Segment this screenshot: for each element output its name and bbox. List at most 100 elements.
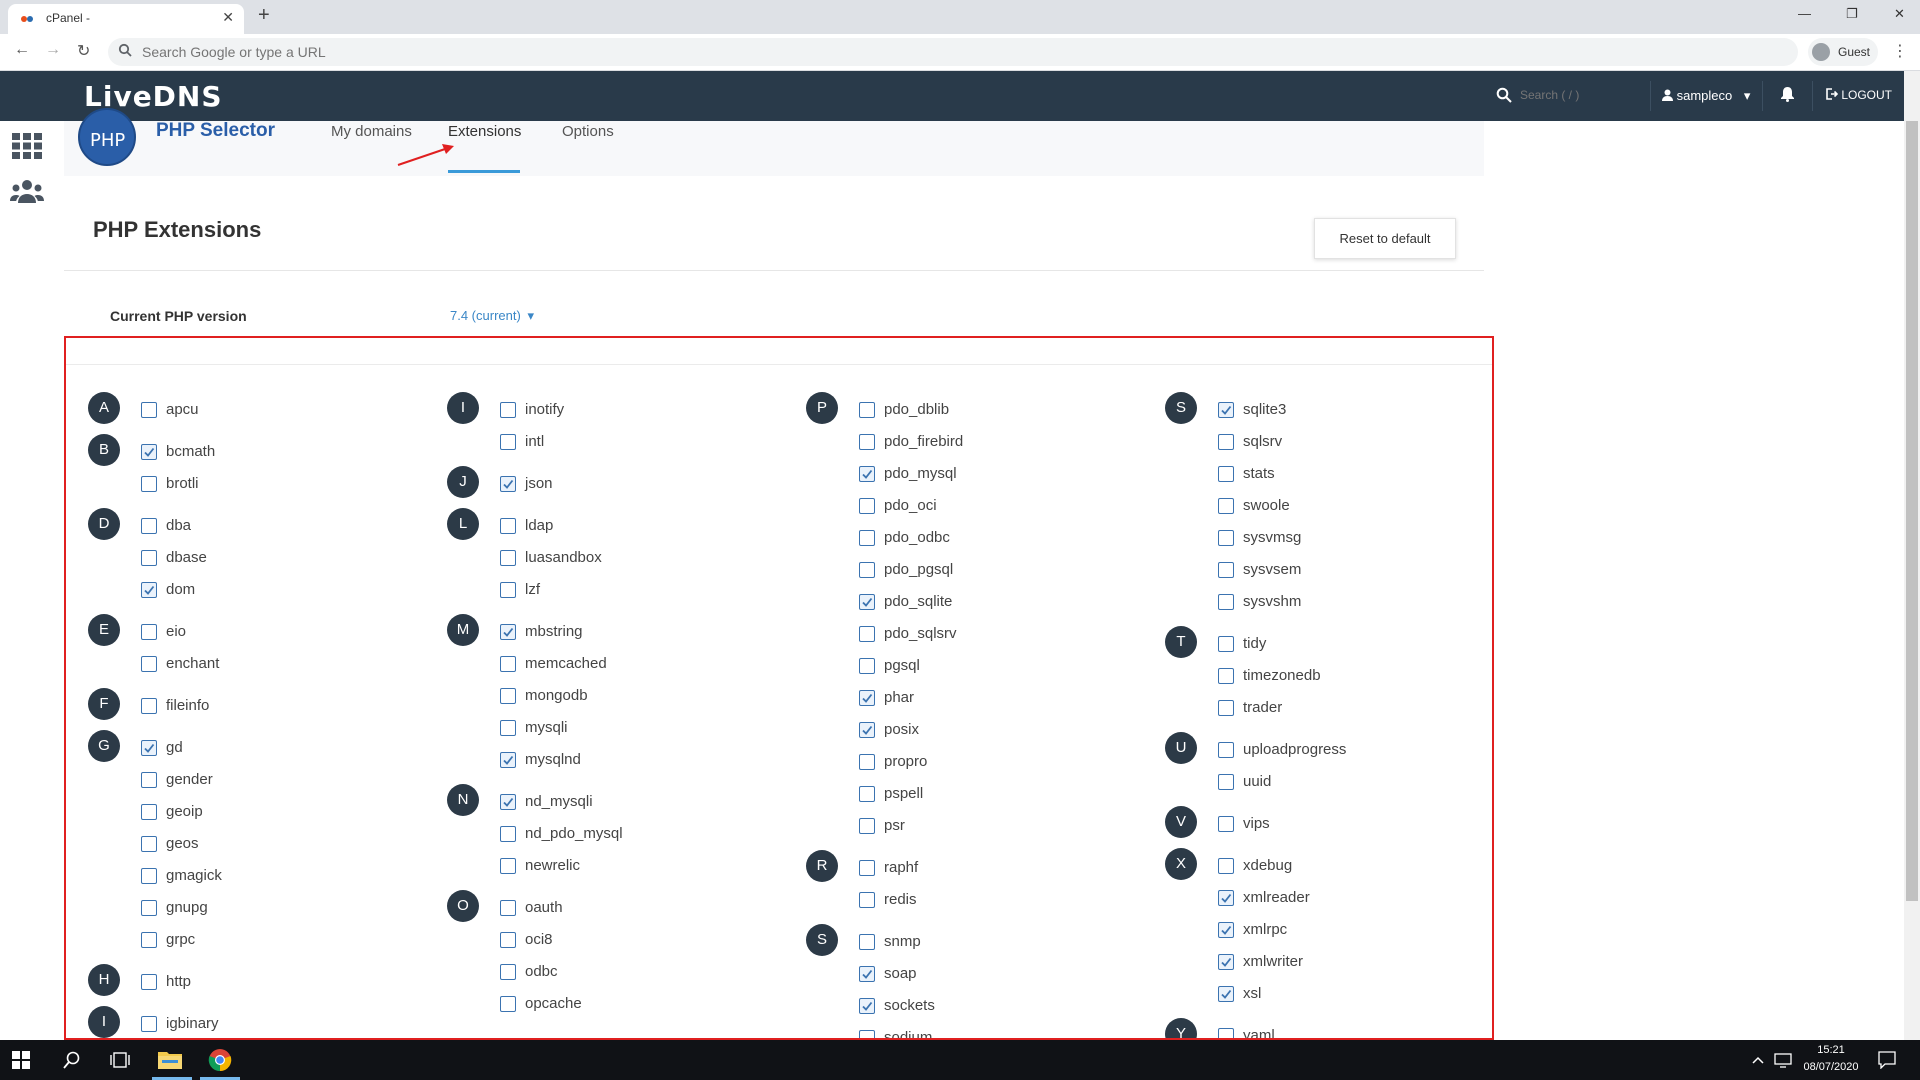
extension-checkbox[interactable]	[859, 466, 875, 482]
extension-item[interactable]: pdo_firebird	[786, 424, 1126, 456]
extension-checkbox[interactable]	[1218, 700, 1234, 716]
extension-checkbox[interactable]	[1218, 530, 1234, 546]
extension-item[interactable]: oci8	[427, 922, 767, 954]
extension-checkbox[interactable]	[500, 794, 516, 810]
extension-checkbox[interactable]	[141, 740, 157, 756]
extension-item[interactable]: odbc	[427, 954, 767, 986]
extension-item[interactable]: mysqli	[427, 710, 767, 742]
page-scrollbar[interactable]	[1904, 71, 1920, 1040]
extension-checkbox[interactable]	[859, 498, 875, 514]
extension-checkbox[interactable]	[141, 402, 157, 418]
extension-checkbox[interactable]	[1218, 668, 1234, 684]
extension-checkbox[interactable]	[1218, 922, 1234, 938]
users-icon[interactable]	[10, 179, 44, 203]
extension-checkbox[interactable]	[859, 818, 875, 834]
extension-item[interactable]: fileinfo	[68, 688, 408, 720]
extension-item[interactable]: xmlwriter	[1145, 944, 1485, 976]
extension-item[interactable]: inotify	[427, 392, 767, 424]
minimize-button[interactable]: —	[1798, 6, 1811, 21]
extension-checkbox[interactable]	[859, 658, 875, 674]
extension-checkbox[interactable]	[141, 656, 157, 672]
extension-item[interactable]: xmlreader	[1145, 880, 1485, 912]
extension-item[interactable]: snmp	[786, 924, 1126, 956]
extension-checkbox[interactable]	[1218, 954, 1234, 970]
taskbar-search-icon[interactable]	[63, 1051, 81, 1069]
extension-checkbox[interactable]	[859, 434, 875, 450]
back-icon[interactable]: ←	[14, 41, 30, 59]
extension-item[interactable]: newrelic	[427, 848, 767, 880]
tray-chevron-icon[interactable]	[1752, 1055, 1764, 1065]
extension-item[interactable]: apcu	[68, 392, 408, 424]
extension-item[interactable]: mbstring	[427, 614, 767, 646]
extension-checkbox[interactable]	[500, 624, 516, 640]
extension-item[interactable]: sqlsrv	[1145, 424, 1485, 456]
browser-menu-icon[interactable]: ⋮	[1892, 41, 1908, 61]
scrollbar-thumb[interactable]	[1906, 121, 1918, 901]
extension-item[interactable]: brotli	[68, 466, 408, 498]
omnibox[interactable]	[108, 38, 1798, 66]
extension-item[interactable]: grpc	[68, 922, 408, 954]
extension-checkbox[interactable]	[1218, 742, 1234, 758]
extension-checkbox[interactable]	[141, 836, 157, 852]
extension-item[interactable]: pdo_pgsql	[786, 552, 1126, 584]
extension-item[interactable]: dom	[68, 572, 408, 604]
extension-checkbox[interactable]	[1218, 774, 1234, 790]
extension-checkbox[interactable]	[859, 860, 875, 876]
address-input[interactable]	[142, 38, 1642, 66]
browser-tab[interactable]: cPanel - ✕	[8, 4, 244, 34]
extension-checkbox[interactable]	[500, 964, 516, 980]
extension-item[interactable]: soap	[786, 956, 1126, 988]
extension-item[interactable]: oauth	[427, 890, 767, 922]
extension-checkbox[interactable]	[141, 550, 157, 566]
extension-checkbox[interactable]	[1218, 858, 1234, 874]
extension-checkbox[interactable]	[141, 900, 157, 916]
extension-checkbox[interactable]	[859, 722, 875, 738]
extension-item[interactable]: dba	[68, 508, 408, 540]
extension-item[interactable]: tidy	[1145, 626, 1485, 658]
extension-item[interactable]: mysqlnd	[427, 742, 767, 774]
extension-checkbox[interactable]	[500, 656, 516, 672]
extension-item[interactable]: raphf	[786, 850, 1126, 882]
extension-checkbox[interactable]	[500, 826, 516, 842]
extension-checkbox[interactable]	[859, 1030, 875, 1038]
extension-item[interactable]: propro	[786, 744, 1126, 776]
extension-item[interactable]: gd	[68, 730, 408, 762]
extension-checkbox[interactable]	[500, 688, 516, 704]
extension-item[interactable]: sockets	[786, 988, 1126, 1020]
extension-item[interactable]: igbinary	[68, 1006, 408, 1038]
extension-checkbox[interactable]	[859, 562, 875, 578]
tab-my-domains[interactable]: My domains	[331, 123, 412, 140]
profile-button[interactable]: Guest	[1808, 38, 1878, 66]
extension-item[interactable]: xdebug	[1145, 848, 1485, 880]
extension-item[interactable]: sqlite3	[1145, 392, 1485, 424]
extension-item[interactable]: pgsql	[786, 648, 1126, 680]
network-icon[interactable]	[1774, 1052, 1792, 1068]
extension-item[interactable]: lzf	[427, 572, 767, 604]
extension-checkbox[interactable]	[500, 720, 516, 736]
extension-item[interactable]: pdo_mysql	[786, 456, 1126, 488]
extension-checkbox[interactable]	[500, 402, 516, 418]
extension-checkbox[interactable]	[1218, 498, 1234, 514]
extension-checkbox[interactable]	[859, 892, 875, 908]
extension-checkbox[interactable]	[141, 582, 157, 598]
extension-item[interactable]: posix	[786, 712, 1126, 744]
extension-checkbox[interactable]	[500, 932, 516, 948]
extension-checkbox[interactable]	[859, 690, 875, 706]
window-close-button[interactable]: ✕	[1894, 6, 1905, 22]
extension-checkbox[interactable]	[141, 772, 157, 788]
extension-item[interactable]: bcmath	[68, 434, 408, 466]
extension-checkbox[interactable]	[500, 550, 516, 566]
extension-checkbox[interactable]	[141, 444, 157, 460]
extension-item[interactable]: timezonedb	[1145, 658, 1485, 690]
extension-item[interactable]: trader	[1145, 690, 1485, 722]
extension-item[interactable]: enchant	[68, 646, 408, 678]
extension-checkbox[interactable]	[1218, 434, 1234, 450]
extension-checkbox[interactable]	[141, 868, 157, 884]
reload-icon[interactable]: ↻	[77, 41, 90, 61]
extension-checkbox[interactable]	[141, 624, 157, 640]
extension-checkbox[interactable]	[141, 1016, 157, 1032]
extension-checkbox[interactable]	[141, 476, 157, 492]
extension-item[interactable]: psr	[786, 808, 1126, 840]
extension-checkbox[interactable]	[859, 402, 875, 418]
extension-item[interactable]: dbase	[68, 540, 408, 572]
